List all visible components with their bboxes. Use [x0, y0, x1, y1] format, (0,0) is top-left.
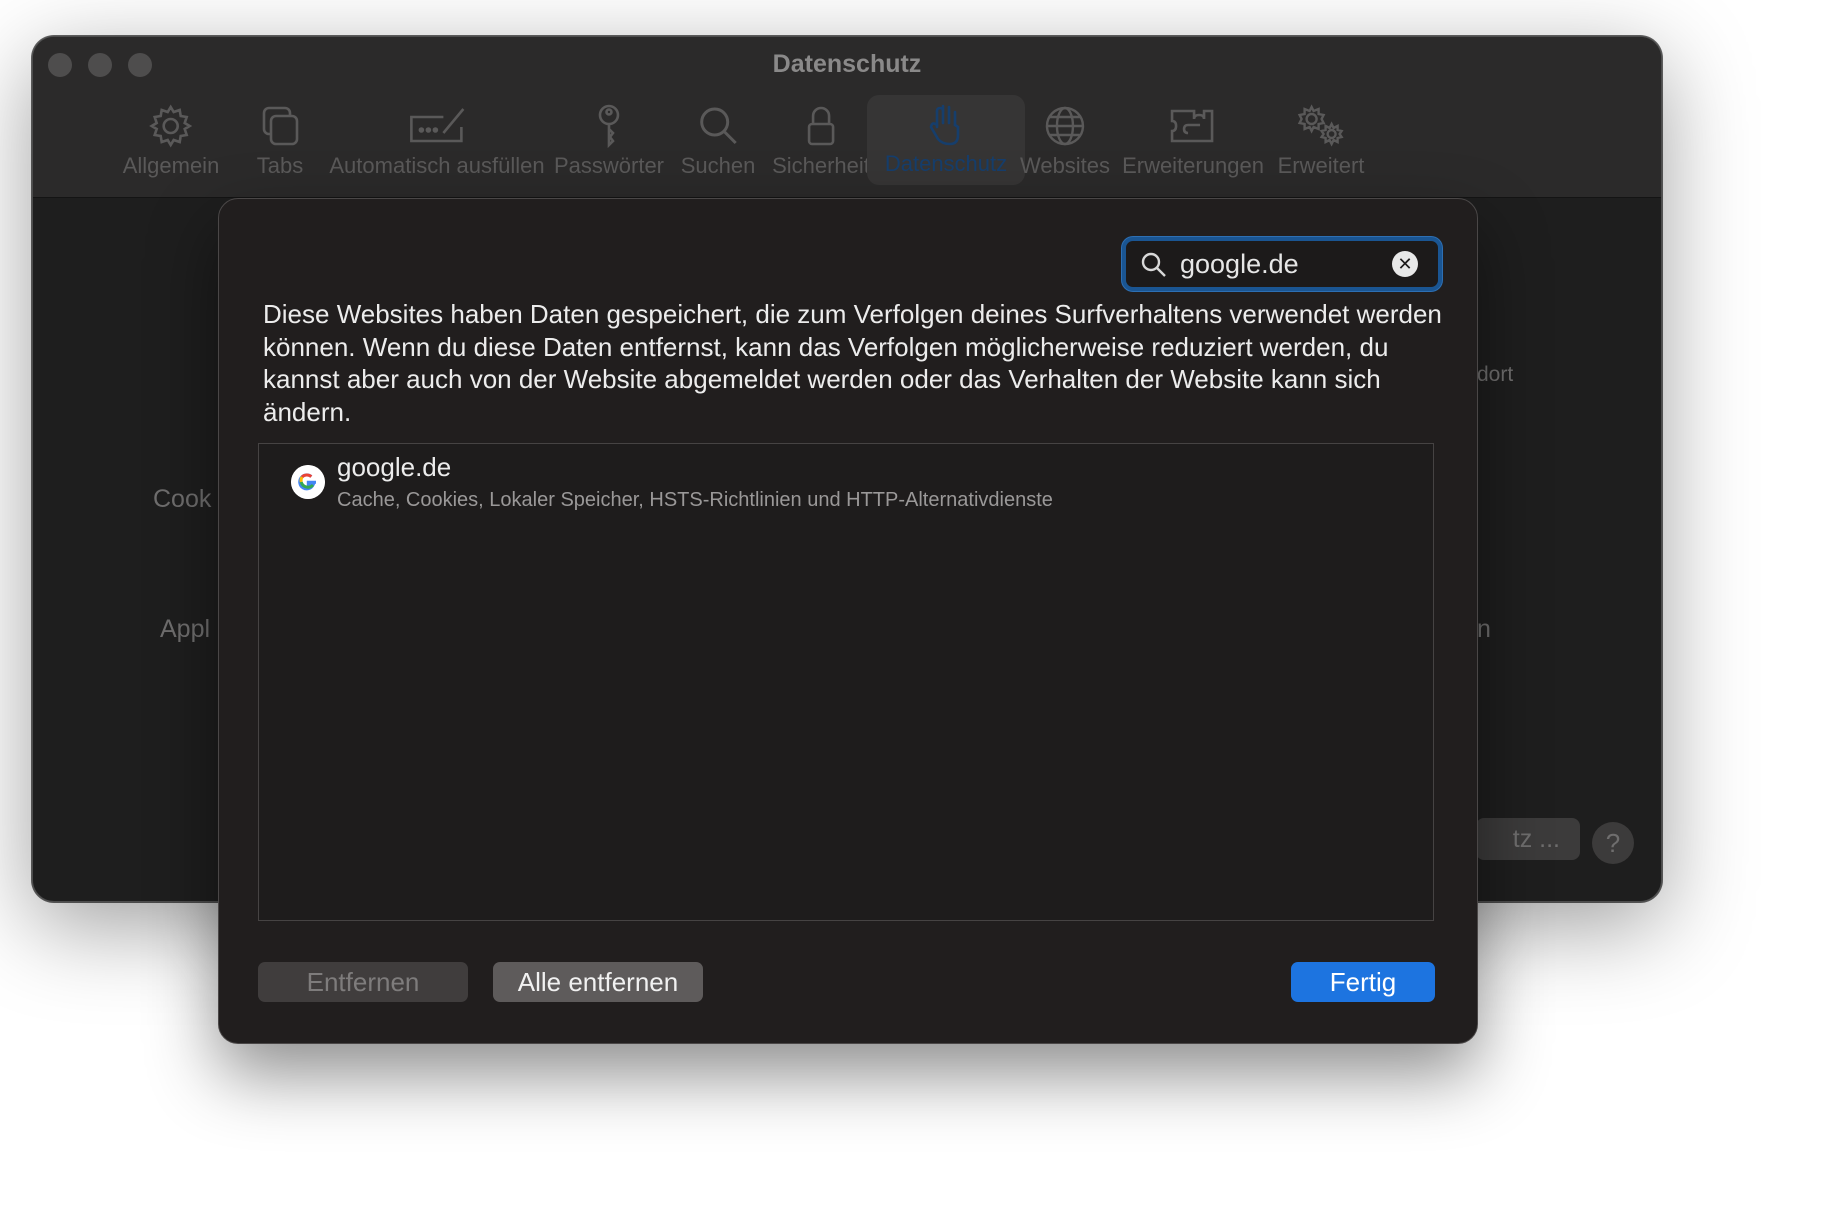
- website-name: google.de: [337, 452, 452, 482]
- tab-suchen[interactable]: Suchen: [680, 97, 756, 183]
- gear-icon: [149, 104, 193, 148]
- tab-allgemein[interactable]: Allgemein: [122, 97, 220, 183]
- background-label: n: [1477, 615, 1491, 643]
- tab-label: Sicherheit: [772, 153, 870, 178]
- gears-icon: [1298, 104, 1344, 147]
- preferences-toolbar: Allgemein Tabs Automatisch ausfüllen Pas…: [33, 37, 1661, 197]
- website-list[interactable]: google.de Cache, Cookies, Lokaler Speich…: [258, 443, 1434, 921]
- tab-label: Websites: [1019, 153, 1111, 178]
- location-label: dort: [1477, 363, 1514, 386]
- website-details: Cache, Cookies, Lokaler Speicher, HSTS-R…: [337, 489, 1053, 511]
- help-button[interactable]: ?: [1592, 822, 1634, 864]
- autofill-icon: [409, 108, 464, 143]
- tab-label: Suchen: [680, 153, 756, 178]
- lock-icon: [807, 106, 835, 146]
- tab-label: Erweitert: [1277, 153, 1365, 178]
- tab-sicherheit[interactable]: Sicherheit: [772, 97, 870, 183]
- done-button[interactable]: Fertig: [1291, 962, 1435, 1002]
- key-icon: [598, 104, 620, 149]
- tab-passwoerter[interactable]: Passwörter: [554, 97, 664, 183]
- tab-label: Datenschutz: [884, 151, 1008, 176]
- cookies-label: Cook: [153, 485, 212, 513]
- tabs-icon: [262, 106, 299, 146]
- google-icon: [291, 465, 325, 499]
- hand-icon: [929, 104, 960, 146]
- search-field[interactable]: ✕: [1122, 237, 1442, 291]
- remove-button[interactable]: Entfernen: [258, 962, 468, 1002]
- search-icon: [1141, 252, 1166, 277]
- magnifier-icon: [700, 107, 738, 145]
- tab-label: Erweiterungen: [1122, 153, 1264, 178]
- clear-search-icon[interactable]: ✕: [1392, 251, 1418, 277]
- puzzle-icon: [1170, 109, 1214, 143]
- tab-label: Automatisch ausfüllen: [329, 153, 545, 178]
- tab-erweiterungen[interactable]: Erweiterungen: [1122, 97, 1264, 183]
- globe-icon: [1045, 106, 1085, 146]
- manage-websites-button[interactable]: tz ...: [1476, 818, 1580, 860]
- tab-label: Allgemein: [122, 153, 220, 178]
- tab-websites[interactable]: Websites: [1020, 97, 1110, 183]
- remove-all-button[interactable]: Alle entfernen: [493, 962, 703, 1002]
- apple-label: Appl: [160, 615, 211, 643]
- description-text: Diese Websites haben Daten gespeichert, …: [263, 299, 1442, 427]
- tab-automatisch-ausfuellen[interactable]: Automatisch ausfüllen: [329, 97, 545, 183]
- tab-tabs[interactable]: Tabs: [256, 97, 304, 183]
- tab-datenschutz[interactable]: Datenschutz: [867, 95, 1025, 185]
- tab-label: Tabs: [256, 153, 304, 178]
- tab-label: Passwörter: [553, 153, 665, 178]
- tab-erweitert[interactable]: Erweitert: [1277, 97, 1365, 183]
- search-input[interactable]: [1180, 241, 1390, 287]
